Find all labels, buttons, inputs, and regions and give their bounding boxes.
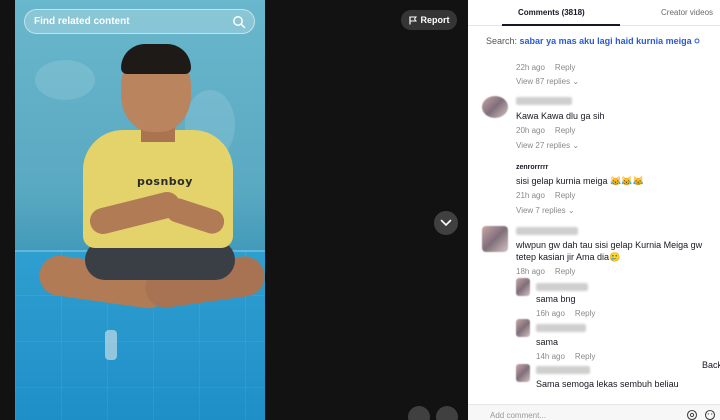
- related-search-bar[interactable]: Find related content: [24, 9, 255, 34]
- comment-meta: 21h ago Reply: [516, 191, 575, 200]
- view-replies-label: View 87 replies: [516, 77, 571, 86]
- avatar[interactable]: [516, 319, 530, 337]
- bottle: [105, 330, 117, 360]
- mention-icon[interactable]: [686, 409, 698, 420]
- comment-time: 21h ago: [516, 191, 545, 200]
- reply-time: 16h ago: [536, 309, 565, 318]
- related-search-placeholder: Find related content: [34, 16, 130, 27]
- username-blurred[interactable]: [516, 227, 578, 235]
- reply-text: Sama semoga lekas sembuh beliau: [536, 379, 679, 389]
- view-replies-button[interactable]: View 7 replies ⌄: [516, 206, 575, 215]
- view-replies-button[interactable]: View 87 replies ⌄: [516, 77, 579, 86]
- username-blurred[interactable]: [536, 366, 590, 374]
- active-tab-indicator: [502, 24, 620, 26]
- chevron-down-icon: [440, 219, 452, 227]
- wall-stain: [35, 60, 95, 100]
- reply-text: sama: [536, 337, 559, 347]
- comment-meta: 18h ago Reply: [516, 267, 575, 276]
- avatar[interactable]: [482, 96, 508, 118]
- panel-tabs: Comments (3818) Creator videos: [468, 0, 720, 26]
- username-blurred[interactable]: [536, 283, 588, 291]
- comment-username[interactable]: zenrorrrrr: [516, 164, 548, 171]
- reply-meta: 14h ago Reply: [536, 352, 595, 361]
- comment-meta: 22h ago Reply: [516, 63, 575, 72]
- reply-time: 14h ago: [536, 352, 565, 361]
- username-blurred[interactable]: [536, 324, 586, 332]
- tab-comments[interactable]: Comments (3818): [518, 8, 585, 17]
- tab-creator-videos[interactable]: Creator videos: [661, 8, 713, 17]
- chevron-down-icon: ⌄: [572, 141, 580, 150]
- flag-icon: [408, 16, 417, 24]
- quality-icon[interactable]: [408, 406, 430, 420]
- reply-button[interactable]: Reply: [555, 267, 575, 276]
- search-prefix: Search:: [486, 36, 518, 46]
- comments-panel: Comments (3818) Creator videos Search: s…: [468, 0, 720, 420]
- reply-button[interactable]: Reply: [555, 126, 575, 135]
- search-link-icon: [694, 38, 700, 44]
- reply-meta: 16h ago Reply: [536, 309, 595, 318]
- report-button[interactable]: Report: [401, 10, 457, 30]
- comment-search-hint: Search: sabar ya mas aku lagi haid kurni…: [486, 36, 700, 46]
- chevron-down-icon: ⌄: [567, 206, 575, 215]
- next-video-button[interactable]: [434, 211, 458, 235]
- person-hair: [121, 44, 191, 74]
- reply-text: sama bng: [536, 294, 576, 304]
- video-stage: posnboy Find related content Report: [0, 0, 468, 420]
- comment-text: sisi gelap kurnia meiga 😹😹😹: [516, 176, 644, 186]
- comment-time: 20h ago: [516, 126, 545, 135]
- add-comment-input[interactable]: Add comment...: [490, 411, 546, 420]
- shirt-print: posnboy: [137, 175, 193, 188]
- username-blurred[interactable]: [516, 97, 572, 105]
- avatar[interactable]: [516, 278, 530, 296]
- comment-text: wlwpun gw dah tau sisi gelap Kurnia Meig…: [516, 240, 703, 262]
- view-replies-label: View 27 replies: [516, 141, 571, 150]
- comment-meta: 20h ago Reply: [516, 126, 575, 135]
- comment-time: 18h ago: [516, 267, 545, 276]
- view-replies-button[interactable]: View 27 replies ⌄: [516, 141, 579, 150]
- back-button[interactable]: Back: [702, 360, 720, 370]
- search-icon[interactable]: [232, 15, 246, 29]
- reply-button[interactable]: Reply: [555, 191, 575, 200]
- comment-text: Kawa Kawa dlu ga sih: [516, 111, 605, 121]
- add-comment-bar[interactable]: Add comment...: [468, 404, 720, 420]
- reply-button[interactable]: Reply: [575, 352, 595, 361]
- comment-time: 22h ago: [516, 63, 545, 72]
- avatar[interactable]: [482, 226, 508, 252]
- search-keyword-link[interactable]: sabar ya mas aku lagi haid kurnia meiga: [520, 36, 692, 46]
- video-frame[interactable]: posnboy: [15, 0, 265, 420]
- reply-button[interactable]: Reply: [575, 309, 595, 318]
- chevron-down-icon: ⌄: [572, 77, 580, 86]
- volume-icon[interactable]: [436, 406, 458, 420]
- reply-button[interactable]: Reply: [555, 63, 575, 72]
- emoji-icon[interactable]: [704, 409, 716, 420]
- report-label: Report: [420, 15, 450, 25]
- view-replies-label: View 7 replies: [516, 206, 566, 215]
- avatar[interactable]: [516, 364, 530, 382]
